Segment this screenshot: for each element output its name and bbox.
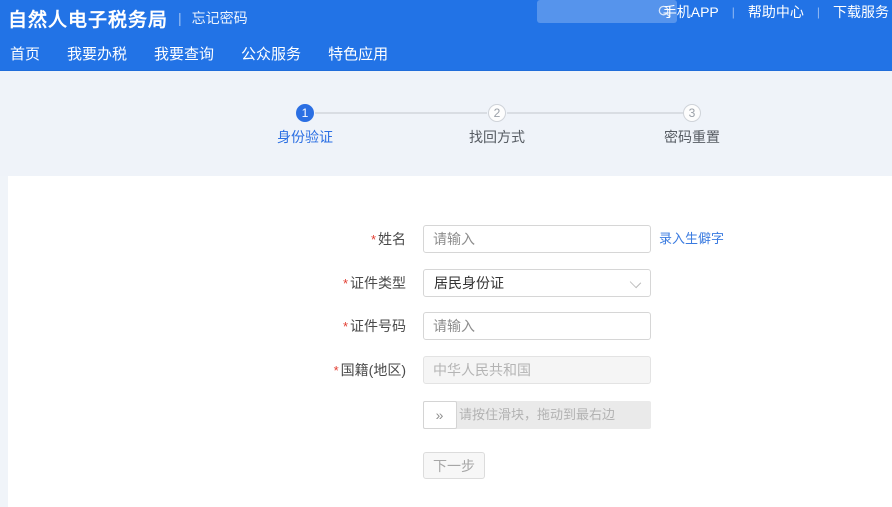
slider-hint: 请按住滑块，拖动到最右边 — [423, 401, 651, 429]
app-title: 自然人电子税务局 — [8, 5, 168, 32]
required-asterisk: * — [334, 363, 339, 378]
link-help-center[interactable]: 帮助中心 — [748, 2, 804, 22]
page-title: 忘记密码 — [192, 8, 248, 28]
step-label-reset: 密码重置 — [632, 127, 752, 147]
id-number-input[interactable] — [423, 312, 651, 340]
nav-item-home[interactable]: 首页 — [10, 43, 40, 64]
nav-item-featured-apps[interactable]: 特色应用 — [328, 43, 388, 64]
link-mobile-app[interactable]: 手机APP — [663, 2, 719, 22]
step-circle-identity: 1 — [296, 104, 314, 122]
steps-band: 1 2 3 身份验证 找回方式 密码重置 — [0, 71, 892, 176]
link-divider: | — [817, 5, 820, 19]
form-row-id-type: *证件类型 居民身份证 — [8, 269, 892, 297]
form-row-id-number: *证件号码 — [8, 312, 892, 340]
topbar-links: 手机APP | 帮助中心 | 下载服务 — [663, 0, 889, 23]
required-asterisk: * — [343, 276, 348, 291]
nationality-label: *国籍(地区) — [8, 356, 406, 385]
link-download-service[interactable]: 下载服务 — [833, 2, 889, 22]
id-type-select[interactable]: 居民身份证 — [423, 269, 651, 297]
required-asterisk: * — [343, 319, 348, 334]
brand-group: 自然人电子税务局 | 忘记密码 — [8, 0, 248, 36]
step-label-recovery: 找回方式 — [437, 127, 557, 147]
name-label: *姓名 — [8, 225, 406, 254]
form-panel: *姓名 录入生僻字 *证件类型 居民身份证 *证件号码 *国籍(地区) — [8, 176, 892, 507]
captcha-slider: 请按住滑块，拖动到最右边 » — [423, 401, 651, 429]
form-row-name: *姓名 录入生僻字 — [8, 225, 892, 253]
required-asterisk: * — [371, 232, 376, 247]
next-step-button[interactable]: 下一步 — [423, 452, 485, 479]
nav-item-public-service[interactable]: 公众服务 — [241, 43, 301, 64]
name-input[interactable] — [423, 225, 651, 253]
step-connector — [507, 112, 683, 114]
step-circle-reset: 3 — [683, 104, 701, 122]
rare-character-link[interactable]: 录入生僻字 — [659, 225, 724, 253]
id-type-label: *证件类型 — [8, 269, 406, 298]
search-input[interactable] — [537, 0, 677, 23]
id-type-selected-value: 居民身份证 — [434, 270, 504, 296]
main-nav: 首页 我要办税 我要查询 公众服务 特色应用 — [0, 36, 892, 71]
nav-item-query[interactable]: 我要查询 — [154, 43, 214, 64]
chevron-down-icon — [630, 277, 641, 288]
nationality-input — [423, 356, 651, 384]
topbar: 自然人电子税务局 | 忘记密码 手机APP | 帮助中心 | 下载服务 — [0, 0, 892, 36]
slider-handle[interactable]: » — [423, 401, 457, 429]
id-number-label: *证件号码 — [8, 312, 406, 341]
step-connector — [315, 112, 487, 114]
step-label-identity: 身份验证 — [245, 127, 365, 147]
form-row-nationality: *国籍(地区) — [8, 356, 892, 384]
title-divider: | — [178, 10, 182, 26]
link-divider: | — [732, 5, 735, 19]
step-circle-recovery: 2 — [488, 104, 506, 122]
nav-item-tax-handling[interactable]: 我要办税 — [67, 43, 127, 64]
